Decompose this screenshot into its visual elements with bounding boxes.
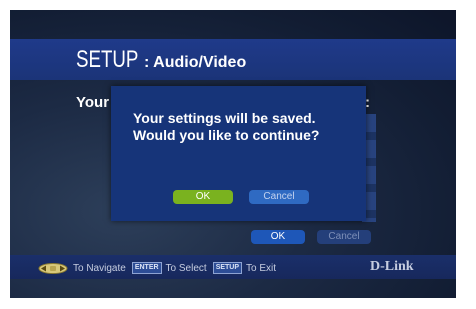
background-cancel-button: Cancel bbox=[317, 230, 371, 244]
setup-key-icon: SETUP bbox=[212, 262, 243, 274]
dlink-logo: D-Link bbox=[370, 259, 414, 274]
setup-title: SETUP bbox=[76, 46, 139, 73]
background-label: Your bbox=[76, 94, 110, 111]
dialog-message-line1: Your settings will be saved. bbox=[133, 110, 316, 126]
background-ok-button: OK bbox=[251, 230, 305, 244]
tv-screen: SETUP : Audio/Video Your : OK Cancel You… bbox=[10, 10, 456, 298]
exit-hint: To Exit bbox=[246, 262, 277, 274]
dialog-ok-button[interactable]: OK bbox=[173, 190, 233, 204]
navigate-hint: To Navigate bbox=[73, 262, 126, 274]
dialog-cancel-button[interactable]: Cancel bbox=[249, 190, 309, 204]
dialog-message: Your settings will be saved. Would you l… bbox=[133, 110, 358, 144]
section-title: : Audio/Video bbox=[144, 54, 247, 71]
select-hint: To Select bbox=[165, 262, 207, 274]
footer-hints: To Navigate ENTER To Select SETUP To Exi… bbox=[38, 260, 276, 276]
dialog-message-line2: Would you like to continue? bbox=[133, 127, 320, 143]
enter-key-icon: ENTER bbox=[131, 262, 162, 274]
navigate-arrows-icon bbox=[38, 262, 68, 274]
confirm-dialog: Your settings will be saved. Would you l… bbox=[111, 86, 366, 221]
page-title: SETUP : Audio/Video bbox=[76, 46, 246, 74]
